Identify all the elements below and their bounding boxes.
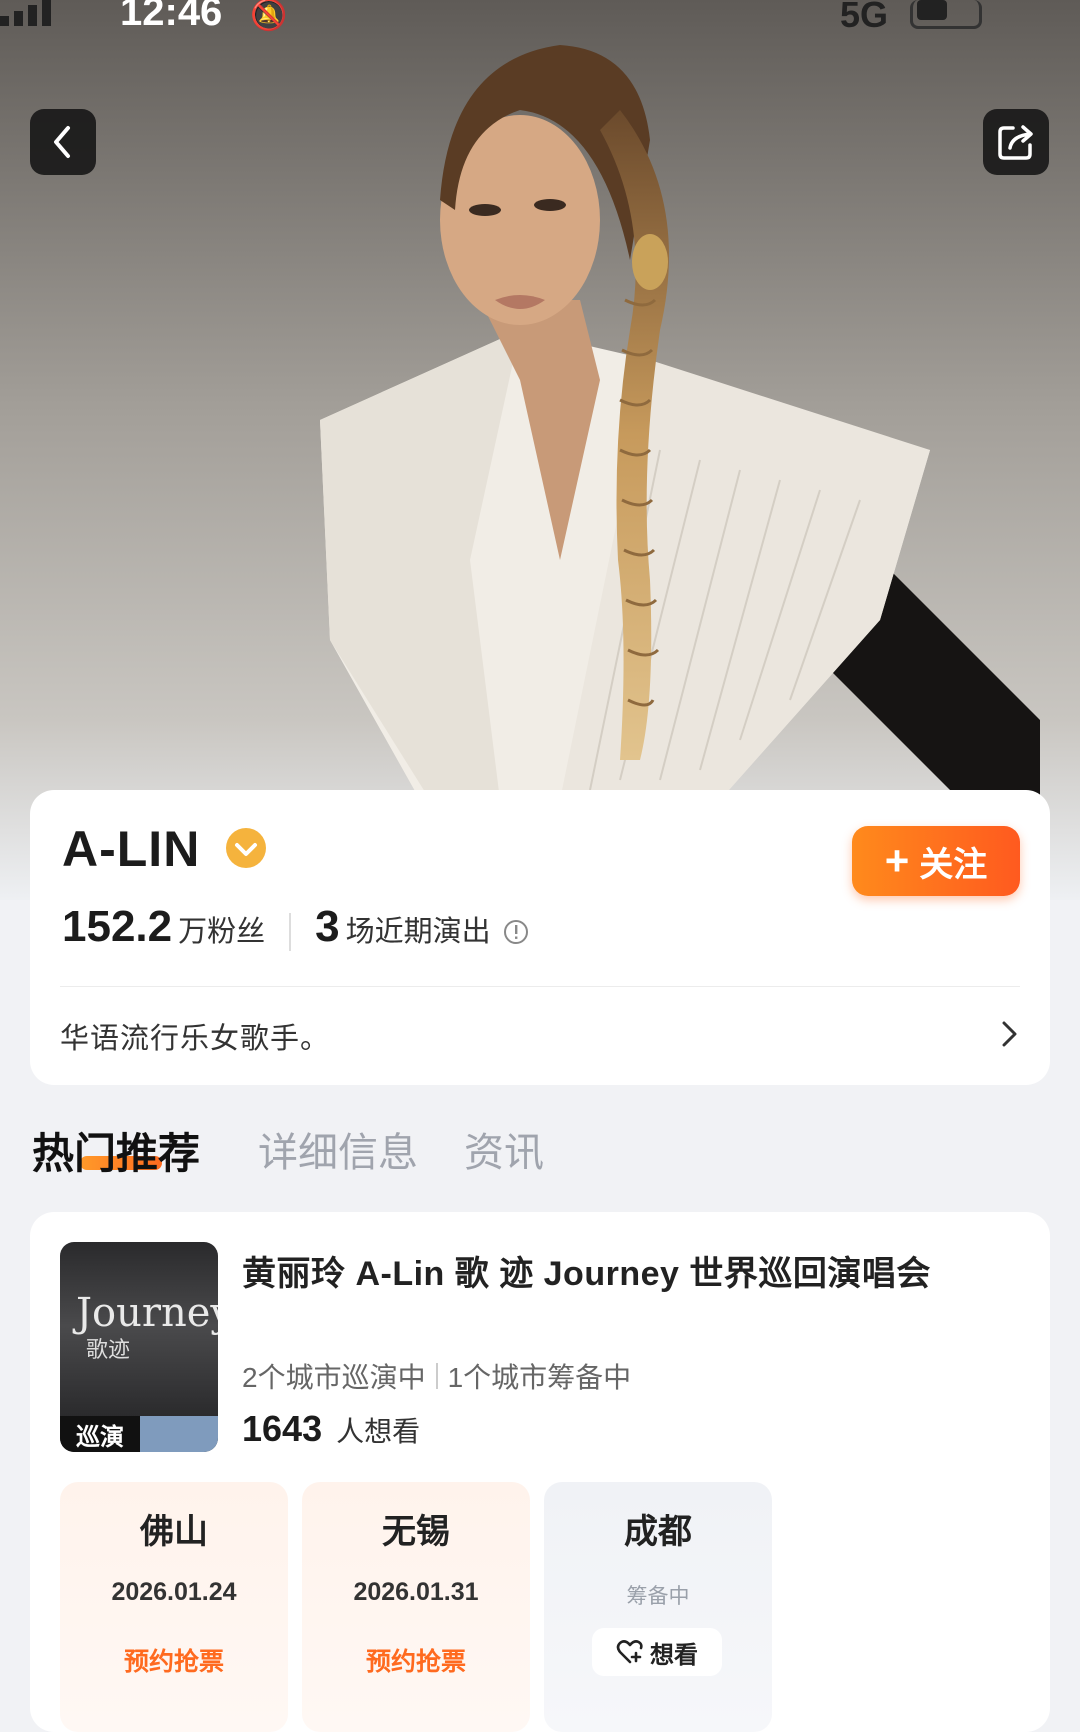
shows-count: 3 [315,902,340,951]
battery-icon [910,0,982,29]
share-icon [998,125,1033,160]
status-bar: 12:46 🔕 5G [0,0,1080,40]
city-name: 成都 [624,1513,692,1551]
artist-name: A-LIN [62,821,201,877]
tab-details[interactable]: 详细信息 [258,1120,418,1178]
fans-count: 152.2 [62,902,173,951]
divider [435,1363,438,1389]
event-title[interactable]: 黄丽玲 A-Lin 歌 迹 Journey 世界巡回演唱会 [242,1246,1032,1295]
follow-label: 关注 [919,845,988,884]
artist-photo-illustration [0,0,1080,900]
back-button[interactable] [30,109,96,175]
chevron-left-icon [54,126,70,158]
heart-plus-icon [616,1640,643,1664]
city-name: 无锡 [382,1513,450,1551]
artist-hero-photo: 12:46 🔕 5G [0,0,1080,900]
event-interest: 1643 人想看 [242,1408,420,1450]
tab-news[interactable]: 资讯 [464,1120,544,1178]
city-date: 2026.01.31 [353,1578,479,1606]
plus-icon: + [884,837,910,884]
artist-bio[interactable]: 华语流行乐女歌手。 [60,1015,330,1057]
city-card-wuxi[interactable]: 无锡 2026.01.31 预约抢票 [302,1482,530,1732]
poster-title: Journey [76,1290,218,1336]
shows-unit: 场近期演出 [345,916,491,948]
stat-divider [289,913,292,951]
poster-subtitle: 歌迹 [86,1338,131,1363]
verified-badge-icon [226,828,266,868]
reserve-ticket-button[interactable]: 预约抢票 [302,1642,530,1678]
signal-icon [0,0,51,26]
interest-count: 1643 [242,1408,323,1449]
network-label: 5G [840,0,889,35]
cities-preparing: 1个城市筹备中 [447,1362,632,1393]
want-to-see-button[interactable]: 想看 [592,1628,722,1676]
interest-unit: 人想看 [336,1416,421,1447]
reserve-ticket-button[interactable]: 预约抢票 [60,1642,288,1678]
city-card-foshan[interactable]: 佛山 2026.01.24 预约抢票 [60,1482,288,1732]
follow-button[interactable]: + 关注 [852,826,1020,896]
city-name: 佛山 [140,1513,208,1551]
status-time: 12:46 [120,0,223,34]
tab-label: 热门推荐 [32,1130,201,1177]
tour-badge: 巡演 [60,1416,140,1452]
bell-muted-icon: 🔕 [250,0,288,32]
divider [60,986,1020,987]
fans-unit: 万粉丝 [178,916,266,948]
city-status: 筹备中 [626,1585,690,1608]
tour-event-card[interactable]: Journey 歌迹 巡演 黄丽玲 A-Lin 歌 迹 Journey 世界巡回… [30,1212,1050,1732]
info-icon[interactable] [503,919,529,945]
artist-stats: 152.2 万粉丝 3 场近期演出 [62,902,529,962]
event-city-summary: 2个城市巡演中 1个城市筹备中 [242,1356,631,1396]
tab-hot-recommend[interactable]: 热门推荐 [32,1120,200,1181]
cities-touring: 2个城市巡演中 [242,1362,426,1393]
want-label: 想看 [650,1641,698,1669]
city-date: 2026.01.24 [111,1578,237,1606]
chevron-right-icon[interactable] [998,1018,1020,1050]
poster-date-strip [140,1416,218,1452]
city-card-chengdu[interactable]: 成都 筹备中 想看 [544,1482,772,1732]
share-button[interactable] [983,109,1049,175]
artist-profile-card: A-LIN + 关注 152.2 万粉丝 3 场近期演出 华语流行乐女歌手。 [30,790,1050,1085]
tour-poster[interactable]: Journey 歌迹 巡演 [60,1242,218,1452]
